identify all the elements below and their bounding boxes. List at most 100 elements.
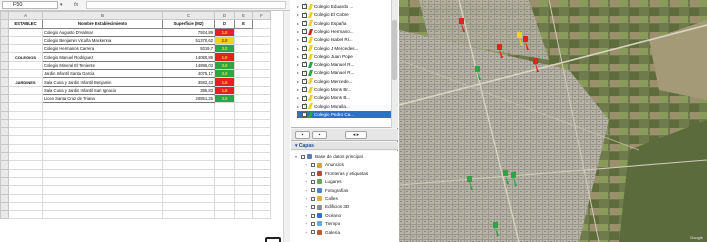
layers-header[interactable]: ▾ Capas [291, 142, 398, 150]
function-icon[interactable]: fx [74, 0, 78, 10]
cell[interactable] [162, 127, 215, 137]
row-number[interactable] [0, 152, 9, 162]
vertical-scrollbar[interactable] [283, 11, 290, 242]
view-button[interactable]: ▪ [312, 131, 327, 139]
place-item[interactable]: ▸Colegio J Mercedes... [297, 44, 397, 53]
layer-checkbox[interactable] [311, 179, 315, 184]
checkbox[interactable] [302, 110, 307, 118]
place-item[interactable]: ▸Colegio Hermano... [297, 27, 397, 36]
cell[interactable] [162, 176, 215, 187]
cell[interactable] [214, 193, 235, 203]
layer-item[interactable]: + Lugares [305, 178, 342, 186]
cell[interactable] [214, 135, 235, 145]
sheet-tab-icon[interactable] [265, 237, 281, 242]
checkbox[interactable] [302, 52, 307, 60]
place-item[interactable]: ▸Colegio Pedro Ca... [297, 110, 397, 119]
cell[interactable] [8, 210, 43, 220]
cell[interactable] [8, 102, 43, 112]
row-number[interactable] [0, 160, 9, 170]
status-cell[interactable]: 3.0 [214, 44, 235, 54]
checkbox[interactable] [302, 85, 307, 93]
cell[interactable] [42, 127, 163, 137]
cell[interactable] [8, 110, 43, 120]
row-number[interactable] [0, 193, 9, 203]
cell[interactable] [234, 176, 253, 187]
layer-item[interactable]: + Fronteras y etiquetas [305, 170, 368, 178]
cell[interactable] [8, 152, 43, 162]
status-cell[interactable]: 1.0 [214, 27, 235, 37]
cell[interactable] [234, 127, 253, 137]
cell[interactable] [252, 44, 271, 54]
column-header-d[interactable]: D [214, 10, 235, 21]
category-cell[interactable]: COLEGIOS [8, 52, 43, 62]
layer-item[interactable]: ▾ Base de datos principal [295, 153, 363, 161]
cell[interactable] [234, 93, 253, 104]
name-cell[interactable]: Colegio Manuel Rodriguez [42, 52, 163, 62]
cell[interactable] [162, 160, 215, 170]
row-number[interactable] [0, 69, 9, 79]
cell[interactable] [252, 160, 271, 170]
cell[interactable] [234, 77, 253, 87]
cell[interactable] [252, 143, 271, 154]
place-item[interactable]: ▸Colegio Manuel R... [297, 69, 397, 77]
cell[interactable] [162, 210, 215, 220]
cell[interactable] [214, 102, 235, 112]
layer-checkbox[interactable] [311, 196, 315, 201]
cell[interactable] [42, 185, 163, 195]
cell[interactable] [234, 160, 253, 170]
checkbox[interactable] [302, 19, 307, 26]
row-number[interactable] [0, 44, 9, 54]
row-number[interactable] [0, 168, 9, 178]
cell[interactable] [42, 143, 163, 154]
column-header-b[interactable]: B [42, 10, 163, 21]
cell[interactable] [214, 160, 235, 170]
category-cell[interactable] [8, 69, 43, 79]
formula-input[interactable] [86, 1, 286, 9]
cell[interactable] [8, 185, 43, 195]
cell[interactable] [42, 210, 163, 220]
status-cell[interactable]: 1.0 [214, 77, 235, 87]
cell[interactable] [214, 110, 235, 120]
cell[interactable] [252, 93, 271, 104]
cell[interactable] [42, 176, 163, 187]
row-number[interactable] [0, 35, 9, 46]
cell[interactable] [252, 60, 271, 71]
cell[interactable] [42, 135, 163, 145]
row-number[interactable] [0, 201, 9, 212]
cell[interactable] [234, 185, 253, 195]
cell[interactable] [234, 60, 253, 71]
cell[interactable] [162, 185, 215, 195]
cell[interactable] [8, 193, 43, 203]
column-header-f[interactable]: F [252, 10, 271, 21]
cell[interactable] [252, 135, 271, 145]
name-cell[interactable]: Jardin Infantil Santa Garcia [42, 69, 163, 79]
name-cell[interactable]: Colegio Hermanos Carrera [42, 44, 163, 54]
cell[interactable] [252, 35, 271, 46]
area-cell[interactable]: 3582,43 [162, 77, 215, 87]
layer-checkbox[interactable] [311, 221, 315, 226]
name-cell[interactable]: Colegio Augusto D'Halmar [42, 27, 163, 37]
area-cell[interactable]: 7924,89 [162, 27, 215, 37]
e-header[interactable]: E [234, 19, 253, 29]
name-cell[interactable]: Colegio Mineral El Teniente [42, 60, 163, 71]
cell[interactable] [162, 135, 215, 145]
area-cell[interactable]: 51370,62 [162, 35, 215, 46]
layer-checkbox[interactable] [311, 213, 315, 218]
layer-item[interactable]: + Galería [305, 229, 340, 237]
checkbox[interactable] [302, 11, 307, 18]
cell[interactable] [42, 102, 163, 112]
row-number[interactable] [0, 118, 9, 129]
category-cell[interactable]: JARDINES [8, 77, 43, 87]
status-cell[interactable]: 1.0 [214, 52, 235, 62]
area-cell[interactable]: 9319,7 [162, 44, 215, 54]
cell[interactable] [214, 143, 235, 154]
place-item[interactable]: ▸Colegio Isabel Ri... [297, 35, 397, 44]
cell[interactable] [8, 201, 43, 212]
area-cell[interactable]: 20851,25 [162, 93, 215, 104]
cell[interactable] [234, 201, 253, 212]
row-number[interactable] [0, 27, 9, 37]
place-item[interactable]: ▸Colegio Mercede... [297, 77, 397, 86]
cell[interactable] [234, 168, 253, 178]
name-cell[interactable]: Sala Cuna y Jardin Infantil San Ignacio [42, 85, 163, 95]
cell[interactable] [252, 118, 271, 129]
